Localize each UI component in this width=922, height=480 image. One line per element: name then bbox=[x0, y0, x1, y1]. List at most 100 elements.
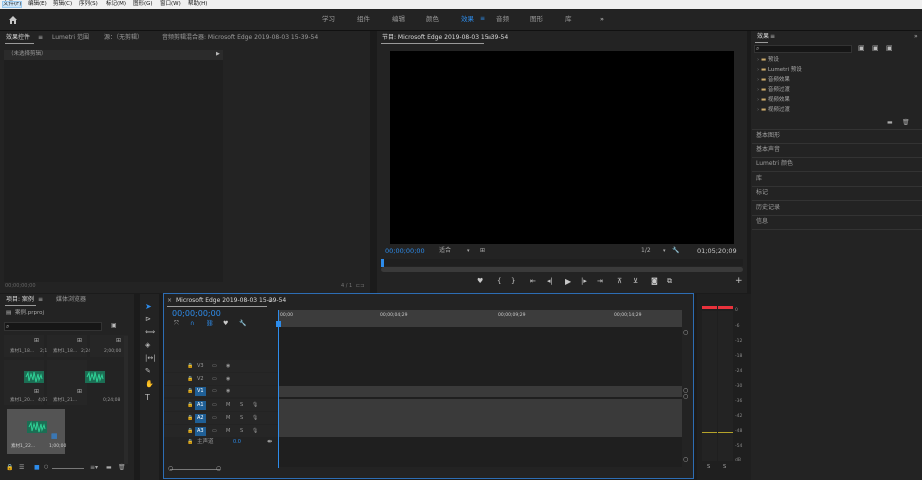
32bit-effects-icon[interactable]: ▣ bbox=[872, 45, 879, 52]
mark-in-icon[interactable]: { bbox=[497, 278, 501, 285]
menu-file[interactable]: 文件(F) bbox=[1, 0, 23, 8]
nest-toggle-icon[interactable]: ⤧ bbox=[174, 321, 179, 327]
list-item[interactable]: ⊞ 素材1_20... 4;07;04 bbox=[4, 360, 55, 405]
extract-icon[interactable]: ⊻ bbox=[633, 278, 638, 285]
menu-clip[interactable]: 剪辑(C) bbox=[53, 1, 72, 8]
timeline-menu-icon[interactable]: ≡ bbox=[268, 298, 273, 304]
lock-icon[interactable]: 🔒 bbox=[187, 403, 193, 408]
program-fit-select[interactable]: 适合 bbox=[439, 248, 451, 254]
effects-folder-presets[interactable]: › ▬ 预设 bbox=[757, 57, 779, 64]
hand-tool-icon[interactable]: ✋ bbox=[145, 381, 154, 388]
panel-history[interactable]: 历史记录 bbox=[756, 205, 780, 211]
lock-icon[interactable]: 🔒 bbox=[187, 389, 193, 394]
project-search-input[interactable]: ⌕ bbox=[4, 322, 102, 331]
time-ruler[interactable]: 00;00 00;00;04;29 00;00;09;29 00;00;14;2… bbox=[278, 310, 682, 327]
track-label-v1[interactable]: V1 bbox=[195, 387, 206, 396]
track-label-a1[interactable]: A1 bbox=[195, 401, 206, 410]
zoom-out-icon[interactable]: ○ bbox=[44, 465, 48, 470]
compare-view-icon[interactable]: ⧉ bbox=[667, 278, 672, 285]
program-timecode[interactable]: 00;00;00;00 bbox=[385, 248, 425, 255]
list-item[interactable]: ⊞ 素材1_18... 2;12;02;02 bbox=[4, 335, 65, 357]
track-label-a3[interactable]: A3 bbox=[195, 427, 206, 436]
step-back-icon[interactable]: ◂| bbox=[547, 278, 553, 285]
track-area[interactable] bbox=[278, 327, 682, 467]
effects-folder-audio-transitions[interactable]: › ▬ 音频过渡 bbox=[757, 87, 790, 94]
tab-audio-clip-mixer[interactable]: 音频剪辑混合器: Microsoft Edge 2019-08-03 15-39… bbox=[162, 35, 318, 41]
scroll-handle-icon[interactable]: ○ bbox=[683, 457, 688, 463]
effects-folder-video-transitions[interactable]: › ▬ 视频过渡 bbox=[757, 107, 790, 114]
lock-icon[interactable]: 🔒 bbox=[187, 377, 193, 382]
linked-selection-icon[interactable]: ⛓ bbox=[206, 321, 214, 327]
track-label-v3[interactable]: V3 bbox=[197, 364, 204, 369]
track-label-a2[interactable]: A2 bbox=[195, 414, 206, 423]
expand-panel-icon[interactable]: » bbox=[914, 34, 918, 40]
panel-essential-sound[interactable]: 基本声音 bbox=[756, 147, 780, 153]
timeline-playhead[interactable] bbox=[278, 310, 279, 468]
thumbnail-zoom-slider[interactable] bbox=[52, 468, 84, 469]
menu-marker[interactable]: 标记(M) bbox=[106, 1, 126, 8]
project-menu-icon[interactable]: ≡ bbox=[38, 297, 43, 303]
scroll-handle-icon[interactable]: ○ bbox=[683, 330, 688, 336]
effects-folder-audio-effects[interactable]: › ▬ 音频效果 bbox=[757, 77, 790, 84]
program-playhead[interactable] bbox=[381, 259, 384, 267]
camera-icon[interactable]: ◙ bbox=[651, 278, 658, 285]
accelerated-effects-icon[interactable]: ▣ bbox=[858, 45, 865, 52]
panel-markers[interactable]: 标记 bbox=[756, 190, 768, 196]
home-icon[interactable] bbox=[8, 15, 18, 24]
chevron-down-icon[interactable]: ▾ bbox=[663, 249, 666, 254]
workspace-menu-icon[interactable]: ≡ bbox=[480, 16, 485, 22]
workspace-color[interactable]: 颜色 bbox=[426, 16, 439, 23]
trash-icon[interactable]: 🗑 bbox=[118, 465, 126, 471]
new-item-icon[interactable]: ▬ bbox=[106, 465, 112, 471]
panel-essential-graphics[interactable]: 基本图形 bbox=[756, 133, 780, 139]
icon-view-icon[interactable]: ■ bbox=[34, 465, 40, 471]
menu-sequence[interactable]: 序列(S) bbox=[79, 1, 98, 8]
wrench-icon[interactable]: 🔧 bbox=[239, 321, 246, 327]
lock-icon[interactable]: 🔒 bbox=[187, 440, 193, 445]
new-bin-icon[interactable]: ▣ bbox=[111, 323, 117, 329]
go-to-end-icon[interactable]: ⇹ bbox=[267, 439, 272, 445]
close-icon[interactable]: × bbox=[167, 298, 172, 304]
selection-tool-icon[interactable]: ➤ bbox=[145, 303, 152, 311]
zoom-handle-icon[interactable]: ○ bbox=[216, 466, 221, 472]
workspace-assembly[interactable]: 组件 bbox=[357, 16, 370, 23]
program-ratio-select[interactable]: 1/2 bbox=[641, 248, 651, 254]
add-button-icon[interactable]: + bbox=[735, 277, 743, 286]
solo-button[interactable]: S bbox=[240, 429, 243, 434]
menu-help[interactable]: 帮助(H) bbox=[188, 1, 207, 8]
panel-menu-icon[interactable]: ≡ bbox=[38, 35, 43, 41]
solo-left-button[interactable]: S bbox=[707, 465, 710, 470]
pen-tool-icon[interactable]: ✎ bbox=[145, 368, 151, 375]
expand-arrow-icon[interactable]: ▶ bbox=[216, 52, 220, 57]
tab-project[interactable]: 项目: 案例 bbox=[6, 297, 34, 303]
program-menu-icon[interactable]: ≡ bbox=[487, 35, 492, 41]
mute-button[interactable]: M bbox=[226, 429, 230, 434]
tab-media-browser[interactable]: 媒体浏览器 bbox=[56, 297, 86, 303]
tab-lumetri-scopes[interactable]: Lumetri 范围 bbox=[52, 35, 89, 41]
workspace-learn[interactable]: 学习 bbox=[322, 16, 335, 23]
ripple-edit-tool-icon[interactable]: ⟺ bbox=[145, 329, 155, 336]
track-audio-lanes[interactable] bbox=[278, 399, 682, 437]
playhead-handle[interactable] bbox=[276, 321, 281, 327]
solo-button[interactable]: S bbox=[240, 416, 243, 421]
step-forward-icon[interactable]: |▸ bbox=[581, 278, 587, 285]
workspace-libraries[interactable]: 库 bbox=[565, 16, 572, 23]
effects-search-input[interactable]: ⌕ bbox=[754, 45, 852, 53]
tab-source[interactable]: 源：（无剪辑） bbox=[104, 35, 143, 41]
lock-icon[interactable]: 🔒 bbox=[187, 416, 193, 421]
source-export-icon[interactable]: ⊏⊐ bbox=[356, 284, 364, 289]
eye-icon[interactable]: ◉ bbox=[226, 364, 230, 369]
go-to-in-icon[interactable]: ⇤ bbox=[530, 278, 536, 285]
sync-lock-icon[interactable]: ▭ bbox=[212, 416, 217, 421]
eye-icon[interactable]: ◉ bbox=[226, 377, 230, 382]
sync-lock-icon[interactable]: ▭ bbox=[212, 389, 217, 394]
wrench-icon[interactable]: 🔧 bbox=[672, 248, 679, 254]
mark-out-icon[interactable]: } bbox=[511, 278, 515, 285]
lift-icon[interactable]: ⊼ bbox=[617, 278, 622, 285]
type-tool-icon[interactable]: T bbox=[145, 394, 150, 402]
track-label-v2[interactable]: V2 bbox=[197, 377, 204, 382]
microphone-icon[interactable]: 🎙 bbox=[252, 403, 258, 408]
master-volume-value[interactable]: 0.0 bbox=[233, 440, 241, 445]
trash-icon[interactable]: 🗑 bbox=[902, 120, 910, 126]
new-bin-icon[interactable]: ▬ bbox=[887, 120, 893, 126]
